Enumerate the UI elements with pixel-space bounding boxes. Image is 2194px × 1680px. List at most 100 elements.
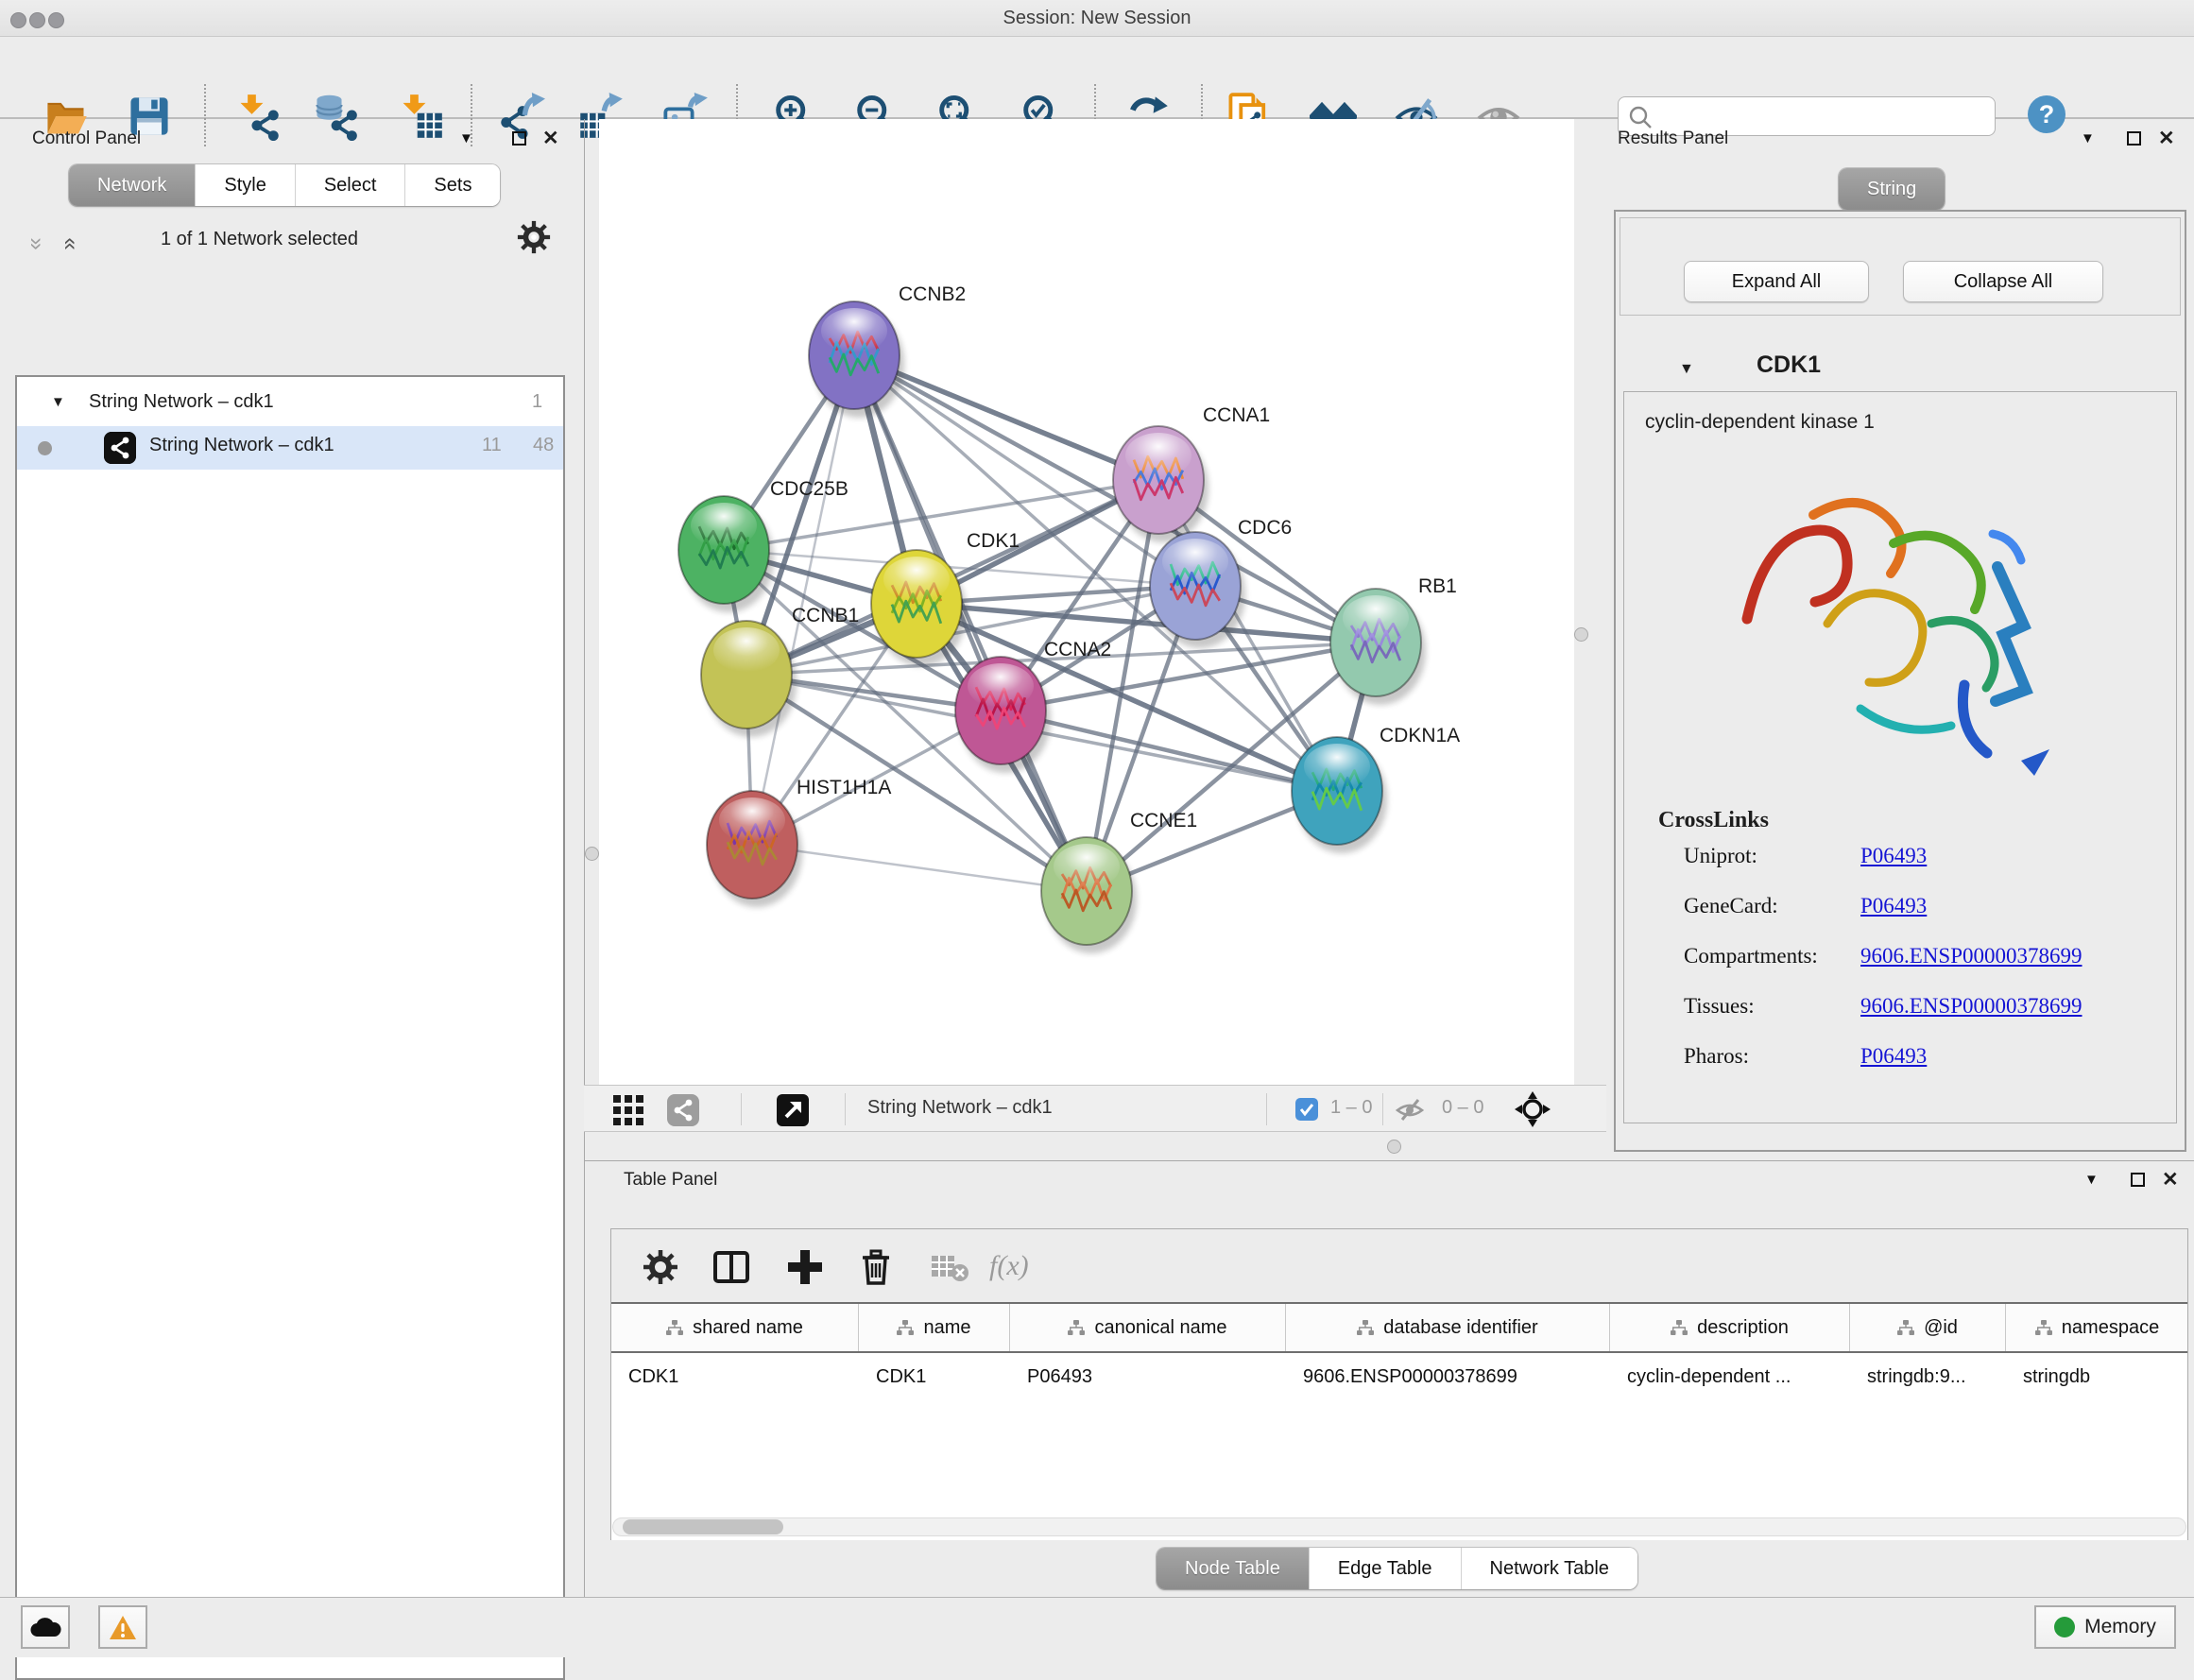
table-cell[interactable]: P06493 (1010, 1353, 1286, 1400)
panel-close-icon[interactable]: ✕ (542, 127, 559, 150)
warnings-button[interactable] (98, 1605, 147, 1649)
grid-view-icon[interactable] (612, 1094, 644, 1131)
crosshair-icon[interactable] (1515, 1091, 1551, 1132)
table-box: f(x) shared namenamecanonical namedataba… (610, 1228, 2188, 1540)
table-panel-title: Table Panel (624, 1170, 717, 1191)
column-header-@id[interactable]: @id (1850, 1304, 2006, 1351)
column-header-description[interactable]: description (1610, 1304, 1850, 1351)
node-label: CDC25B (770, 478, 848, 500)
column-header-shared-name[interactable]: shared name (611, 1304, 859, 1351)
birds-eye-view-icon[interactable] (777, 1094, 809, 1131)
function-builder-icon: f(x) (989, 1250, 1029, 1282)
window-title: Session: New Session (0, 0, 2194, 37)
network-node-CDK1[interactable] (871, 550, 962, 658)
footer-separator (1266, 1093, 1267, 1125)
network-node-CCNA2[interactable] (955, 657, 1046, 764)
left-splitter-handle[interactable] (585, 847, 599, 861)
tab-network-table[interactable]: Network Table (1462, 1548, 1637, 1589)
network-edge[interactable] (752, 845, 1087, 891)
tab-string[interactable]: String (1839, 168, 1945, 210)
network-node-CCNA1[interactable] (1113, 426, 1204, 534)
network-node-CDC25B[interactable] (678, 496, 769, 604)
tab-sets[interactable]: Sets (405, 164, 500, 206)
crosslink-link[interactable]: 9606.ENSP00000378699 (1860, 944, 2083, 969)
delete-table-icon[interactable] (930, 1248, 971, 1290)
network-label: String Network – cdk1 (149, 435, 334, 456)
column-header-name[interactable]: name (859, 1304, 1010, 1351)
tab-network[interactable]: Network (69, 164, 196, 206)
table-cell[interactable]: stringdb (2006, 1353, 2187, 1400)
footer-separator (845, 1093, 846, 1125)
network-node-CCNB1[interactable] (701, 621, 792, 729)
panel-close-icon[interactable]: ✕ (2162, 1168, 2179, 1191)
right-splitter-handle[interactable] (1574, 627, 1588, 642)
results-content: Expand All Collapse All ▼ CDK1 cyclin-de… (1614, 210, 2186, 1152)
tab-edge-table[interactable]: Edge Table (1310, 1548, 1462, 1589)
network-node-HIST1H1A[interactable] (707, 791, 797, 899)
table-cell[interactable]: cyclin-dependent ... (1610, 1353, 1850, 1400)
selected-count-text: 1 – 0 (1330, 1097, 1372, 1119)
network-node-CDKN1A[interactable] (1292, 737, 1382, 845)
node-label: CCNE1 (1130, 810, 1197, 831)
table-cell[interactable]: stringdb:9... (1850, 1353, 2006, 1400)
column-header-database-identifier[interactable]: database identifier (1286, 1304, 1610, 1351)
crosslink-link[interactable]: P06493 (1860, 844, 1927, 868)
network-tree: ▼ String Network – cdk1 1 String Network… (15, 375, 565, 1680)
gear-icon[interactable] (516, 219, 552, 260)
network-share-icon[interactable] (667, 1094, 699, 1131)
add-column-icon[interactable] (786, 1248, 828, 1290)
collapse-all-button[interactable]: Collapse All (1903, 261, 2103, 302)
network-view-title: String Network – cdk1 (867, 1097, 1053, 1119)
warning-icon (109, 1615, 137, 1640)
crosslink-link[interactable]: P06493 (1860, 894, 1927, 918)
disclosure-triangle-icon[interactable]: ▼ (51, 394, 65, 410)
table-row[interactable]: CDK1CDK1P064939606.ENSP00000378699cyclin… (611, 1353, 2187, 1400)
crosslink-link[interactable]: 9606.ENSP00000378699 (1860, 994, 2083, 1019)
network-node-CCNE1[interactable] (1041, 837, 1132, 945)
network-node-CCNB2[interactable] (809, 301, 900, 409)
delete-column-icon[interactable] (857, 1248, 899, 1290)
table-cell[interactable]: 9606.ENSP00000378699 (1286, 1353, 1610, 1400)
network-edge[interactable] (1001, 711, 1337, 791)
panel-float-icon[interactable]: ▼ (2084, 1172, 2099, 1188)
network-collection-row[interactable]: ▼ String Network – cdk1 1 (17, 383, 563, 426)
table-cell[interactable]: CDK1 (611, 1353, 859, 1400)
network-canvas[interactable]: CCNB2CCNA1CDC25BCDK1CDC6RB1CCNB1CCNA2CDK… (599, 119, 1574, 1085)
column-header-canonical-name[interactable]: canonical name (1010, 1304, 1286, 1351)
expand-all-button[interactable]: Expand All (1684, 261, 1869, 302)
memory-button[interactable]: Memory (2034, 1605, 2176, 1649)
show-columns-icon[interactable] (712, 1248, 754, 1290)
table-tabs: Node TableEdge TableNetwork Table (1157, 1548, 1637, 1589)
network-node-RB1[interactable] (1330, 589, 1421, 696)
crosslink-row: Uniprot:P06493 (1624, 844, 2177, 887)
collapse-all-chevron-icon[interactable]: « (58, 237, 84, 249)
node-label: CDK1 (967, 530, 1020, 552)
network-row-selected[interactable]: String Network – cdk1 11 48 (17, 426, 563, 470)
tab-node-table[interactable]: Node Table (1157, 1548, 1310, 1589)
bottom-splitter-handle[interactable] (1387, 1140, 1401, 1154)
panel-float-icon[interactable]: ▼ (459, 130, 473, 146)
scrollbar-thumb[interactable] (623, 1519, 783, 1534)
disclosure-triangle-icon[interactable]: ▼ (1679, 361, 1694, 378)
panel-maximize-icon[interactable] (2131, 1173, 2145, 1191)
horizontal-scrollbar[interactable] (612, 1517, 2186, 1536)
tab-select[interactable]: Select (296, 164, 406, 206)
crosslink-link[interactable]: P06493 (1860, 1044, 1927, 1069)
table-cell[interactable]: CDK1 (859, 1353, 1010, 1400)
network-node-CDC6[interactable] (1150, 532, 1241, 640)
gear-icon[interactable] (642, 1248, 683, 1290)
footer-separator (741, 1093, 742, 1125)
crosslinks-list: Uniprot:P06493GeneCard:P06493Compartment… (1624, 844, 2177, 1108)
tab-style[interactable]: Style (196, 164, 295, 206)
expand-all-chevron-icon[interactable]: » (24, 237, 50, 249)
hidden-eye-slash-icon[interactable] (1395, 1097, 1425, 1128)
panel-float-icon[interactable]: ▼ (2081, 130, 2095, 146)
column-header-namespace[interactable]: namespace (2006, 1304, 2187, 1351)
panel-maximize-icon[interactable] (2127, 131, 2141, 150)
status-bar: Memory (0, 1597, 2194, 1657)
panel-close-icon[interactable]: ✕ (2158, 127, 2175, 150)
collection-label: String Network – cdk1 (89, 391, 274, 413)
panel-maximize-icon[interactable] (512, 131, 526, 150)
selected-checkbox-icon[interactable] (1295, 1098, 1318, 1125)
cloud-button[interactable] (21, 1605, 70, 1649)
